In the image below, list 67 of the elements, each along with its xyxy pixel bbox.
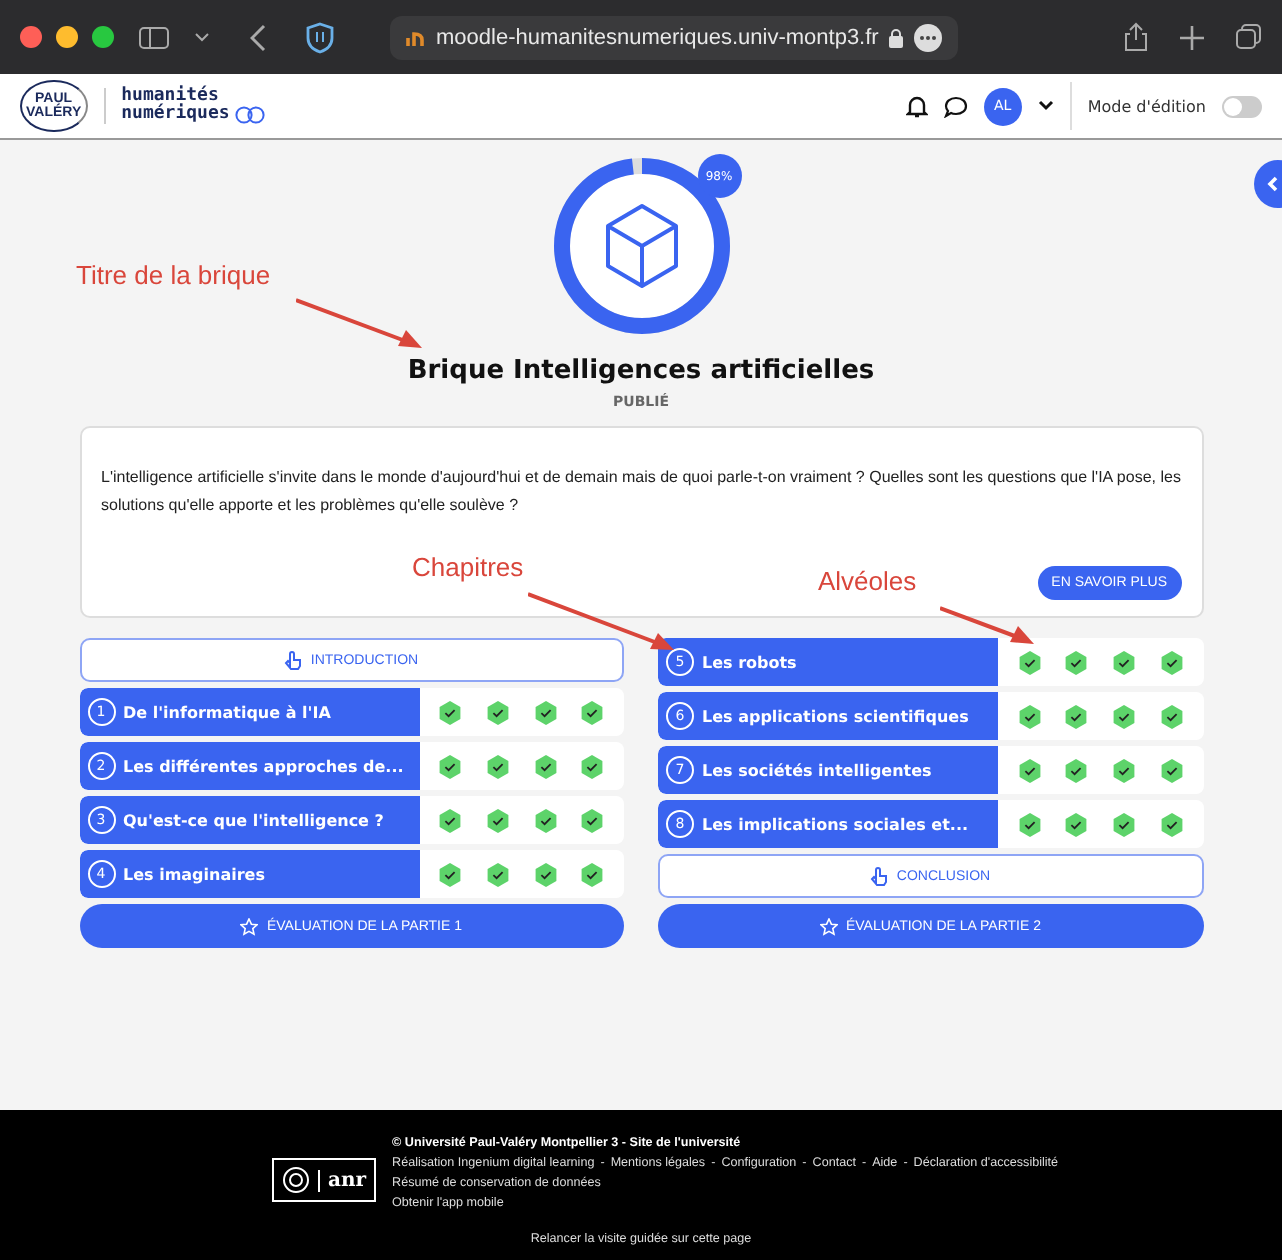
- check-hexagon-icon[interactable]: [533, 861, 558, 887]
- check-hexagon-icon[interactable]: [1064, 757, 1089, 783]
- zoom-dot-icon[interactable]: [92, 26, 114, 48]
- check-hexagon-icon[interactable]: [1159, 703, 1184, 729]
- annotation-label: Chapitres: [412, 552, 524, 582]
- chevron-down-icon[interactable]: [1037, 100, 1054, 112]
- more-icon[interactable]: [914, 23, 943, 51]
- chat-icon[interactable]: [943, 95, 968, 117]
- check-hexagon-icon[interactable]: [1159, 649, 1184, 675]
- brick-title: Brique Intelligences artificielles: [407, 356, 875, 386]
- check-hexagon-icon[interactable]: [1017, 811, 1042, 837]
- annotation-label: Titre de la brique: [76, 260, 271, 290]
- check-hexagon-icon[interactable]: [1017, 757, 1042, 783]
- check-hexagon-icon[interactable]: [485, 861, 510, 887]
- cube-icon: [601, 202, 681, 290]
- close-dot-icon[interactable]: [20, 26, 42, 48]
- back-icon[interactable]: [250, 23, 266, 51]
- minimize-dot-icon[interactable]: [56, 26, 78, 48]
- check-hexagon-icon[interactable]: [580, 699, 605, 725]
- check-hexagon-icon[interactable]: [533, 753, 558, 779]
- check-hexagon-icon[interactable]: [1159, 757, 1184, 783]
- check-hexagon-icon[interactable]: [438, 699, 463, 725]
- check-hexagon-icon[interactable]: [1017, 703, 1042, 729]
- check-hexagon-icon[interactable]: [438, 753, 463, 779]
- address-bar[interactable]: moodle-humanitesnumeriques.univ-montp3.fr: [390, 15, 959, 59]
- star-icon: [240, 917, 259, 935]
- check-hexagon-icon[interactable]: [1064, 703, 1089, 729]
- star-icon: [819, 917, 838, 935]
- rings-icon: [233, 105, 266, 123]
- chevron-icon[interactable]: [194, 31, 210, 43]
- description-text: L'intelligence artificielle s'invite dans le monde d'aujourd'hui et de demain mais de quoi parle-t-on vraiment ? Quelles sont les questions que l'IA pose, les solutions qu'elle apporte et les problèmes qu'elle soulève ?: [101, 466, 1181, 518]
- url-text: moodle-humanitesnumeriques.univ-montp3.fr: [436, 25, 879, 49]
- check-hexagon-icon[interactable]: [1017, 649, 1042, 675]
- check-hexagon-icon[interactable]: [438, 807, 463, 833]
- check-hexagon-icon[interactable]: [1112, 649, 1137, 675]
- chevron-left-icon: [1266, 176, 1278, 192]
- check-hexagon-icon[interactable]: [1112, 757, 1137, 783]
- edit-mode-label: Mode d'édition: [1087, 97, 1206, 115]
- check-hexagon-icon[interactable]: [485, 699, 510, 725]
- check-hexagon-icon[interactable]: [580, 861, 605, 887]
- site-icon: [406, 29, 426, 45]
- check-hexagon-icon[interactable]: [580, 753, 605, 779]
- check-hexagon-icon[interactable]: [1159, 811, 1184, 837]
- check-hexagon-icon[interactable]: [1064, 811, 1089, 837]
- check-hexagon-icon[interactable]: [1112, 811, 1137, 837]
- check-hexagon-icon[interactable]: [485, 807, 510, 833]
- lock-icon: [888, 27, 905, 47]
- check-hexagon-icon[interactable]: [1064, 649, 1089, 675]
- shield-icon[interactable]: [306, 21, 334, 53]
- site-logo[interactable]: humanités numériques: [103, 88, 230, 124]
- annotation-label: Alvéoles: [818, 566, 917, 596]
- tabs-icon[interactable]: [1236, 24, 1262, 50]
- annotation-arrow: [940, 604, 1036, 648]
- edit-mode-toggle[interactable]: [1222, 95, 1262, 117]
- plus-icon[interactable]: [1180, 25, 1204, 49]
- check-hexagon-icon[interactable]: [438, 861, 463, 887]
- check-hexagon-icon[interactable]: [580, 807, 605, 833]
- anr-logo: anr: [318, 1169, 367, 1191]
- check-hexagon-icon[interactable]: [533, 807, 558, 833]
- check-hexagon-icon[interactable]: [533, 699, 558, 725]
- target-icon: [282, 1166, 310, 1194]
- share-icon[interactable]: [1124, 22, 1148, 52]
- annotation-arrow: [296, 296, 424, 352]
- sidebar-icon[interactable]: [138, 25, 170, 49]
- check-hexagon-icon[interactable]: [1112, 703, 1137, 729]
- bell-icon[interactable]: [905, 94, 928, 118]
- check-hexagon-icon[interactable]: [485, 753, 510, 779]
